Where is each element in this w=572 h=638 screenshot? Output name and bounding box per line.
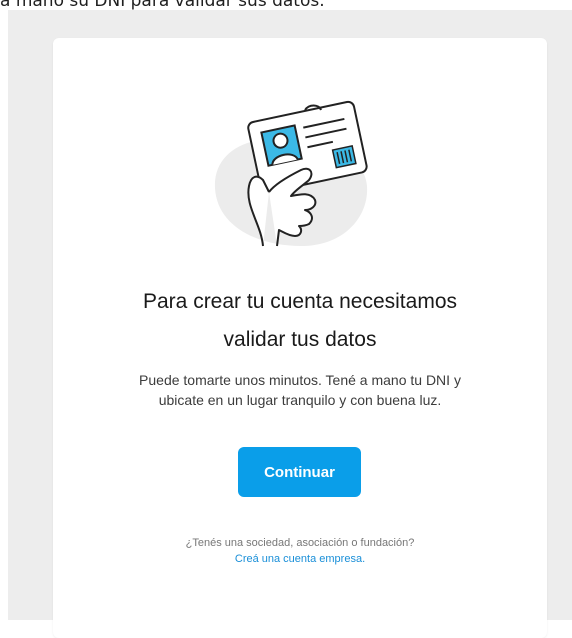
page-title: Para crear tu cuenta necesitamos validar… — [53, 286, 547, 356]
title-line-1: Para crear tu cuenta necesitamos — [143, 290, 457, 313]
description-line-1: Puede tomarte unos minutos. Tené a mano … — [139, 372, 461, 388]
id-card-in-hand-icon — [205, 96, 375, 256]
footer-question: ¿Tenés una sociedad, asociación o fundac… — [185, 537, 415, 549]
description: Puede tomarte unos minutos. Tené a mano … — [53, 370, 547, 410]
description-line-2: ubicate en un lugar tranquilo y con buen… — [158, 392, 442, 408]
continue-button[interactable]: Continuar — [238, 447, 361, 497]
create-business-account-link[interactable]: Creá una cuenta empresa. — [53, 551, 547, 567]
title-line-2: validar tus datos — [223, 328, 377, 351]
